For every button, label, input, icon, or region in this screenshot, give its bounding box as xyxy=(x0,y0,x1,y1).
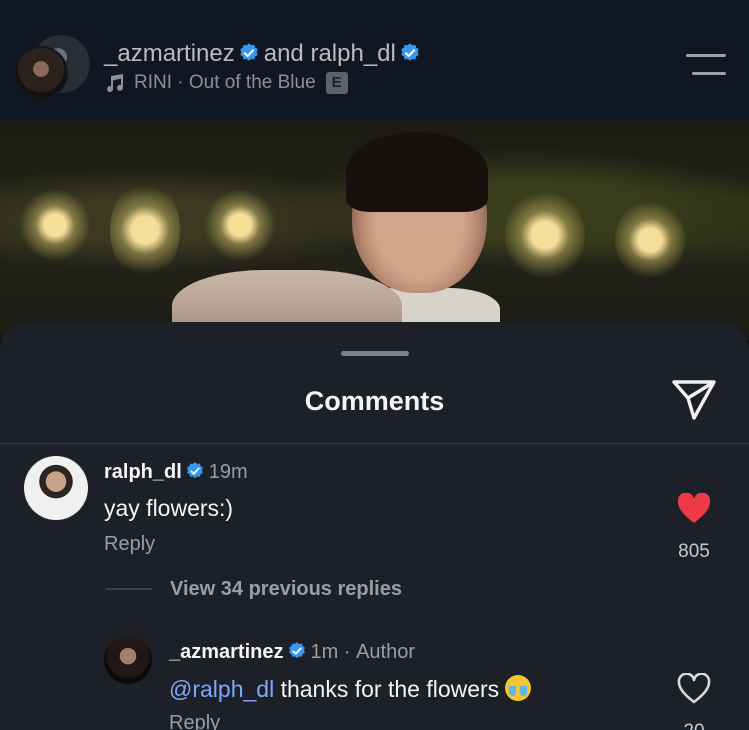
music-note-icon xyxy=(107,74,124,93)
comment-text: yay flowers:) xyxy=(104,495,234,521)
garden-light xyxy=(20,190,90,260)
comment-username[interactable]: _azmartinez xyxy=(169,641,284,663)
reply-button[interactable]: Reply xyxy=(169,712,220,730)
collab-connector: and xyxy=(263,40,304,67)
comment-time: 19m xyxy=(208,461,248,483)
author-label: Author xyxy=(356,641,416,663)
comment-header: _azmartinez 1m · Author xyxy=(169,641,415,664)
avatar[interactable] xyxy=(24,456,88,520)
avatar[interactable] xyxy=(14,46,68,100)
heart-filled-icon[interactable] xyxy=(677,493,711,525)
comments-sheet: Comments ralph_dl 19m yay flowers:) Reply… xyxy=(0,322,749,730)
menu-icon[interactable] xyxy=(686,54,726,76)
view-replies-button[interactable]: View 34 previous replies xyxy=(170,578,402,601)
collab-avatars[interactable] xyxy=(14,30,92,100)
audio-track[interactable]: RINI · Out of the Blue E xyxy=(104,72,348,94)
verified-badge-icon xyxy=(186,462,203,479)
song-title: RINI · Out of the Blue xyxy=(134,72,316,93)
sheet-title: Comments xyxy=(304,386,445,416)
garden-light xyxy=(615,200,685,280)
explicit-badge: E xyxy=(325,72,348,94)
comment-username[interactable]: ralph_dl xyxy=(104,461,182,483)
mention-link[interactable]: @ralph_dl xyxy=(169,676,274,702)
collab-usernames: _azmartinez and ralph_dl xyxy=(104,40,425,68)
send-icon[interactable] xyxy=(670,378,718,422)
avatar[interactable] xyxy=(104,636,152,684)
like-count: 20 xyxy=(664,721,724,730)
like-count: 805 xyxy=(678,541,710,562)
heart-outline-icon[interactable] xyxy=(677,673,711,705)
hair xyxy=(346,132,488,212)
verified-badge-icon xyxy=(240,43,258,61)
comment-header: ralph_dl 19m xyxy=(104,461,248,484)
post-header: _azmartinez and ralph_dl RINI · Out of th… xyxy=(0,0,749,120)
verified-badge-icon xyxy=(288,642,305,659)
divider xyxy=(0,443,749,444)
username-primary[interactable]: _azmartinez xyxy=(104,40,235,67)
comment-body: thanks for the flowers xyxy=(274,676,500,702)
comment-time: 1m xyxy=(310,641,339,663)
comment-text: @ralph_dl thanks for the flowers xyxy=(169,675,532,703)
username-secondary[interactable]: ralph_dl xyxy=(310,40,395,67)
sheet-grabber[interactable] xyxy=(341,351,409,356)
crying-face-emoji-icon xyxy=(505,675,532,701)
garden-light xyxy=(505,190,585,280)
garden-light xyxy=(205,190,275,260)
thread-line xyxy=(106,588,152,590)
meta-separator: · xyxy=(343,641,351,663)
garden-light xyxy=(110,180,180,280)
post-image xyxy=(0,120,749,340)
reply-button[interactable]: Reply xyxy=(104,533,155,556)
verified-badge-icon xyxy=(401,43,419,61)
